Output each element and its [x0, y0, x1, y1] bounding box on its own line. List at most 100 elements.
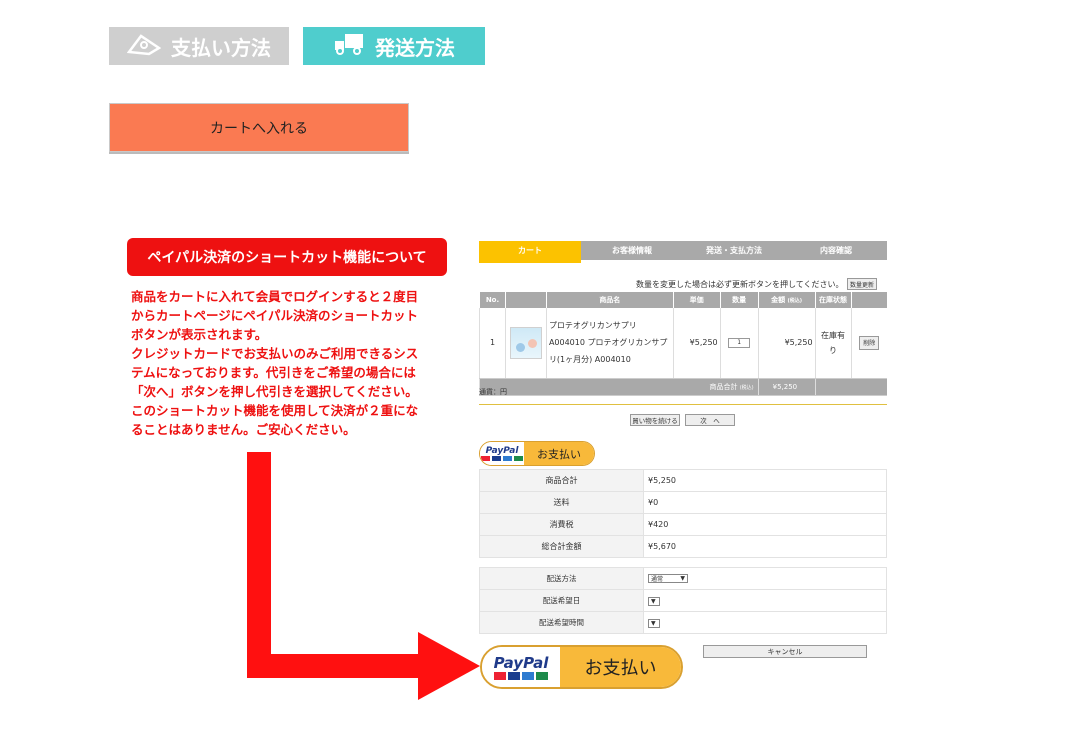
tab-shipping-label: 発送方法	[375, 35, 455, 60]
amex-icon	[503, 456, 512, 461]
summary-label: 消費税	[479, 513, 644, 536]
delivery-date-select[interactable]: ▼	[648, 596, 660, 606]
paypal-logo: PayPal	[486, 446, 519, 456]
stock-status: 在庫有り	[814, 308, 851, 379]
col-image	[504, 292, 547, 308]
callout-line: クレジットカードでお支払いのみご利用できるシス	[131, 346, 419, 361]
step-cart: カート	[479, 241, 581, 263]
cart-total-label: 商品合計	[709, 382, 738, 391]
chevron-down-icon: ▼	[651, 597, 656, 605]
row-amount: ¥5,250	[757, 308, 816, 379]
update-quantity-button[interactable]: 数量更新	[847, 278, 877, 290]
delivery-date-label: 配送希望日	[479, 589, 644, 612]
callout-title: ペイパル決済のショートカット機能について	[127, 238, 447, 276]
visa-icon	[508, 672, 520, 680]
summary-value: ¥0	[643, 491, 887, 514]
paypal-logo: PayPal	[494, 654, 549, 672]
order-summary-table: 商品合計 ¥5,250 送料 ¥0 消費税 ¥420 総合計金額 ¥5,670	[479, 469, 887, 558]
step-shipping-payment: 発送・支払方法	[706, 246, 762, 255]
summary-label: 送料	[479, 491, 644, 514]
delivery-method-label: 配送方法	[479, 567, 644, 590]
visa-icon	[492, 456, 501, 461]
table-row: 総合計金額 ¥5,670	[479, 535, 887, 558]
delivery-time-cell: ▼	[643, 611, 887, 634]
chevron-down-icon: ▼	[680, 575, 685, 582]
checkout-steps: カート お客様情報 発送・支払方法 内容確認	[479, 241, 887, 263]
callout-line: ることはありません。ご安心ください。	[131, 422, 356, 437]
col-quantity: 数量	[719, 292, 759, 308]
table-row: 配送方法 通常 ▼	[479, 567, 887, 590]
delivery-method-cell: 通常 ▼	[643, 567, 887, 590]
cart-header-row: No. 商品名 単価 数量 金額 (税込) 在庫状態	[479, 292, 887, 308]
col-stock: 在庫状態	[814, 292, 851, 308]
summary-value: ¥5,670	[643, 535, 887, 558]
next-button[interactable]: 次 へ	[685, 414, 735, 426]
cart-total-value: ¥5,250	[757, 378, 816, 396]
cart-total-note: (税込)	[739, 384, 754, 391]
paypal-pay-label: お支払い	[524, 442, 594, 465]
delete-button[interactable]: 削除	[859, 335, 880, 350]
table-row: 配送希望日 ▼	[479, 589, 887, 612]
mastercard-icon	[481, 456, 490, 461]
paypal-logo-area: PayPal	[480, 442, 524, 465]
callout-line: からカートページにペイパル決済のショートカット	[131, 308, 419, 323]
paypal-checkout-button-small[interactable]: PayPal お支払い	[479, 441, 595, 466]
delivery-date-cell: ▼	[643, 589, 887, 612]
cancel-button[interactable]: キャンセル	[703, 645, 867, 658]
table-row: 配送希望時間 ▼	[479, 611, 887, 634]
callout-description: 商品をカートに入れて会員でログインすると２度目 からカートページにペイパル決済の…	[131, 287, 451, 439]
tab-payment-label: 支払い方法	[171, 35, 271, 60]
chevron-down-icon: ▼	[651, 619, 656, 627]
table-row: 消費税 ¥420	[479, 513, 887, 536]
summary-label: 総合計金額	[479, 535, 644, 558]
col-no: No.	[479, 292, 506, 308]
unit-price: ¥5,250	[672, 308, 721, 379]
arrow-head	[418, 632, 480, 700]
quantity-notice: 数量を変更した場合は必ず更新ボタンを押してください。	[636, 280, 844, 289]
paypal-pay-label: お支払い	[560, 647, 681, 687]
col-amount-note: (税込)	[787, 298, 803, 304]
product-thumbnail[interactable]	[504, 308, 547, 379]
continue-shopping-button[interactable]: 買い物を続ける	[630, 414, 680, 426]
add-to-cart-button[interactable]: カートへ入れる	[109, 103, 409, 152]
mastercard-icon	[494, 672, 506, 680]
col-unit-price: 単価	[672, 292, 721, 308]
delivery-method-value: 通常	[651, 576, 664, 583]
delivery-time-label: 配送希望時間	[479, 611, 644, 634]
col-amount: 金額 (税込)	[757, 292, 816, 308]
col-product-name: 商品名	[545, 292, 674, 308]
cart-total-row: 商品合計 (税込) ¥5,250	[479, 378, 887, 396]
quantity-input[interactable]: 1	[728, 337, 751, 348]
amex-icon	[522, 672, 534, 680]
paypal-brand-text: PayPal	[485, 446, 519, 456]
callout-line: このショートカット機能を使用して決済が２重にな	[131, 403, 419, 418]
tab-payment-method[interactable]: 支払い方法	[109, 27, 289, 65]
card-icons	[494, 672, 548, 680]
col-amount-label: 金額	[771, 296, 786, 304]
callout-line: テムになっております。代引きをご希望の場合には	[131, 365, 416, 380]
paypal-logo-area: PayPal	[482, 647, 560, 687]
card-icons	[481, 456, 523, 461]
delete-cell: 削除	[850, 308, 887, 379]
cart-table: No. 商品名 単価 数量 金額 (税込) 在庫状態 1 プロテオグリカンサプリ…	[479, 292, 887, 396]
quantity-cell: 1	[719, 308, 759, 379]
divider	[479, 404, 887, 405]
step-confirm: 内容確認	[820, 246, 852, 255]
delivery-method-select[interactable]: 通常 ▼	[648, 574, 688, 583]
product-name-link[interactable]: プロテオグリカンサプリ A004010 プロテオグリカンサプリ(1ヶ月分) A0…	[545, 308, 674, 379]
callout-line: 「次へ」ボタンを押し代引きを選択してください。	[131, 384, 418, 399]
table-row: 送料 ¥0	[479, 491, 887, 514]
paypal-checkout-button-large[interactable]: PayPal お支払い	[480, 645, 683, 689]
arrow-shaft-vertical	[247, 452, 271, 678]
summary-value: ¥420	[643, 513, 887, 536]
tab-shipping-method[interactable]: 発送方法	[303, 27, 485, 65]
product-image[interactable]	[509, 326, 542, 359]
arrow-shaft-horizontal	[247, 654, 422, 678]
summary-label: 商品合計	[479, 469, 644, 492]
paypal-brand-text: PayPal	[493, 654, 549, 672]
jcb-icon	[514, 456, 523, 461]
col-delete	[850, 292, 887, 308]
delivery-options-table: 配送方法 通常 ▼ 配送希望日 ▼ 配送希望時間 ▼	[479, 567, 887, 634]
delivery-time-select[interactable]: ▼	[648, 618, 660, 628]
cart-total-label-cell: 商品合計 (税込)	[479, 378, 759, 396]
